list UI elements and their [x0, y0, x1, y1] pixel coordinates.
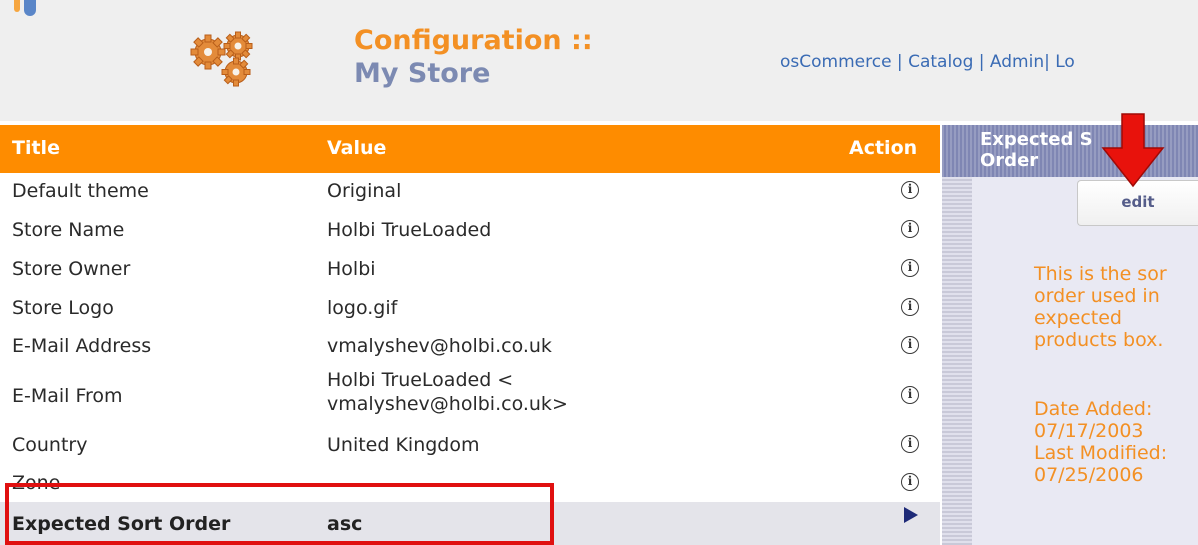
info-panel-heading-part1: Expected S	[980, 129, 1093, 150]
row-value: Holbi TrueLoaded	[327, 219, 492, 241]
description-line: products box.	[1034, 329, 1164, 351]
table-header: Title Value Action	[0, 125, 940, 173]
table-row[interactable]: Country United Kingdom i	[0, 431, 940, 461]
info-icon[interactable]: i	[901, 386, 919, 404]
nav-link-oscommerce[interactable]: osCommerce	[780, 52, 892, 72]
header: Configuration :: My Store osCommerce | C…	[0, 0, 1198, 121]
row-value: Holbi	[327, 258, 376, 280]
red-down-arrow-icon	[1101, 113, 1165, 188]
column-header-value: Value	[327, 137, 387, 159]
column-header-title: Title	[12, 137, 60, 159]
config-dates: Date Added: 07/17/2003 Last Modified: 07…	[1034, 398, 1198, 486]
info-icon[interactable]: i	[901, 298, 919, 316]
nav-separator: |	[1044, 52, 1056, 72]
info-icon[interactable]: i	[901, 220, 919, 238]
title-block: Configuration :: My Store	[354, 25, 593, 91]
row-value: logo.gif	[327, 297, 398, 319]
last-modified-label: Last Modified:	[1034, 442, 1168, 464]
nav-separator: |	[973, 52, 990, 72]
play-arrow-icon[interactable]	[904, 507, 918, 523]
page-title: Configuration ::	[354, 25, 593, 56]
table-row[interactable]: Store Logo logo.gif i	[0, 294, 940, 324]
info-icon[interactable]: i	[901, 336, 919, 354]
row-value: United Kingdom	[327, 434, 480, 456]
nav-separator: |	[891, 52, 909, 72]
corner-decoration	[14, 0, 20, 12]
date-added-label: Date Added:	[1034, 398, 1153, 420]
page-subtitle: My Store	[354, 58, 491, 89]
row-value: Original	[327, 180, 402, 202]
row-title: E-Mail From	[12, 385, 123, 407]
annotation-highlight-box	[5, 483, 554, 545]
table-row[interactable]: E-Mail Address vmalyshev@holbi.co.uk i	[0, 332, 940, 362]
config-description: This is the sor order used in expected p…	[1034, 263, 1198, 351]
top-navigation: osCommerce | Catalog | Admin| Lo	[780, 52, 1075, 72]
row-value: vmalyshev@holbi.co.uk	[327, 335, 552, 357]
row-title: Store Logo	[12, 297, 114, 319]
date-added-value: 07/17/2003	[1034, 420, 1144, 442]
info-icon[interactable]: i	[901, 259, 919, 277]
nav-link-logoff[interactable]: Lo	[1055, 52, 1075, 72]
info-panel-stripe	[942, 125, 972, 545]
corner-decoration-blue	[24, 0, 36, 16]
nav-link-admin[interactable]: Admin	[990, 52, 1044, 72]
table-row[interactable]: E-Mail From Holbi TrueLoaded < vmalyshev…	[0, 367, 940, 425]
row-title: E-Mail Address	[12, 335, 152, 357]
description-line: This is the sor	[1034, 263, 1167, 285]
info-icon[interactable]: i	[901, 435, 919, 453]
description-line: expected	[1034, 307, 1122, 329]
info-icon[interactable]: i	[901, 473, 919, 491]
row-title: Country	[12, 434, 88, 456]
column-header-action: Action	[849, 137, 918, 159]
row-title: Store Name	[12, 219, 125, 241]
description-line: order used in	[1034, 285, 1160, 307]
last-modified-value: 07/25/2006	[1034, 464, 1144, 486]
gears-icon	[190, 31, 253, 87]
info-panel-heading-line2: Order	[980, 150, 1039, 171]
row-title: Store Owner	[12, 258, 131, 280]
table-row[interactable]: Default theme Original i	[0, 177, 940, 207]
info-icon[interactable]: i	[901, 181, 919, 199]
row-value-line1: Holbi TrueLoaded <	[327, 369, 514, 391]
table-row[interactable]: Store Name Holbi TrueLoaded i	[0, 216, 940, 246]
table-row[interactable]: Store Owner Holbi i	[0, 255, 940, 285]
row-title: Default theme	[12, 180, 149, 202]
nav-link-catalog[interactable]: Catalog	[908, 52, 973, 72]
row-value-line2: vmalyshev@holbi.co.uk>	[327, 393, 568, 415]
